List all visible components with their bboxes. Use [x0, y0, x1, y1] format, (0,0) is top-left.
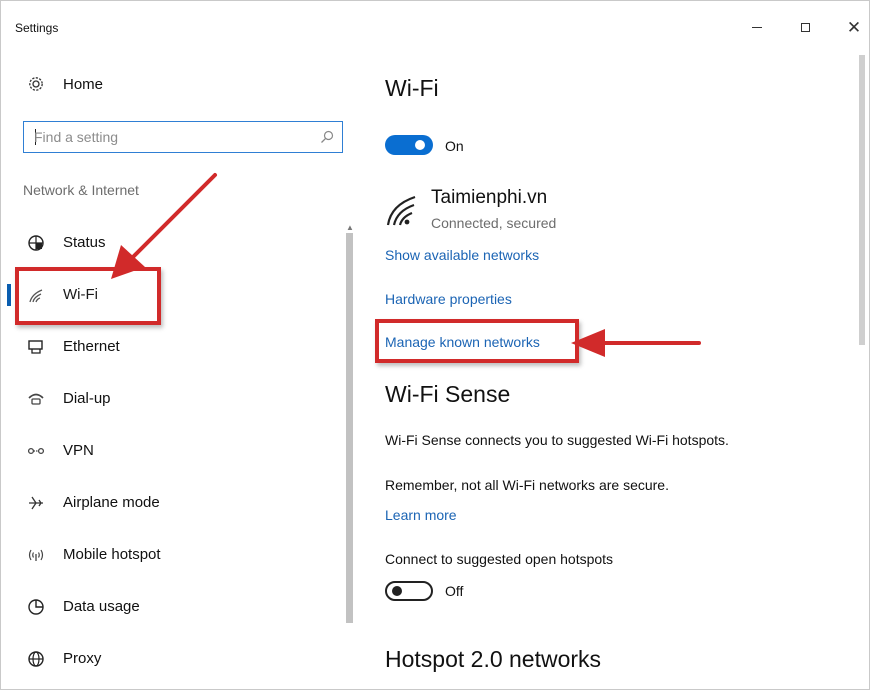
settings-window: Settings ✕ Home Network & Internet Statu…	[0, 0, 870, 690]
data-usage-pie-icon	[28, 599, 44, 615]
wifi-toggle[interactable]	[385, 135, 433, 155]
hotspot-heading: Hotspot 2.0 networks	[385, 646, 602, 672]
title-bar: Settings ✕	[1, 1, 869, 45]
search-box[interactable]	[23, 121, 343, 153]
dialup-phone-icon	[28, 393, 44, 405]
search-input[interactable]	[34, 126, 314, 148]
page-title: Wi-Fi	[385, 75, 439, 101]
show-available-networks-link[interactable]: Show available networks	[385, 247, 539, 263]
maximize-button[interactable]	[790, 15, 820, 39]
sidebar-item-label: Wi-Fi	[63, 286, 98, 303]
hardware-properties-link[interactable]: Hardware properties	[385, 291, 512, 307]
selection-indicator	[7, 284, 11, 306]
sidebar-item-status[interactable]: Status	[1, 217, 343, 269]
open-hotspots-toggle[interactable]	[385, 581, 433, 601]
wifi-sense-warning: Remember, not all Wi-Fi networks are sec…	[385, 477, 669, 493]
ethernet-icon	[28, 340, 43, 354]
sidebar-item-ethernet[interactable]: Ethernet	[1, 321, 343, 373]
sidebar-item-label: Dial-up	[63, 390, 111, 407]
connect-hotspots-label: Connect to suggested open hotspots	[385, 551, 614, 567]
wifi-sense-description: Wi-Fi Sense connects you to suggested Wi…	[385, 432, 729, 448]
sidebar-item-airplane-mode[interactable]: Airplane mode	[1, 477, 343, 529]
content-scrollbar[interactable]	[859, 55, 867, 355]
sidebar-item-wifi[interactable]: Wi-Fi	[1, 269, 343, 321]
sidebar-item-proxy[interactable]: Proxy	[1, 633, 343, 685]
sidebar-item-label: Status	[63, 234, 106, 251]
toggle-knob	[415, 140, 425, 150]
learn-more-link[interactable]: Learn more	[385, 507, 457, 523]
sidebar-item-vpn[interactable]: VPN	[1, 425, 343, 477]
arrow-to-manage-known	[571, 329, 701, 357]
toggle-knob	[392, 586, 402, 596]
sidebar-scroll-thumb[interactable]	[346, 233, 353, 623]
wifi-signal-icon	[386, 195, 416, 226]
sidebar-item-label: Airplane mode	[63, 494, 160, 511]
proxy-globe-icon	[28, 651, 44, 667]
close-icon: ✕	[846, 17, 862, 37]
sidebar-item-data-usage[interactable]: Data usage	[1, 581, 343, 633]
section-header: Network & Internet	[23, 182, 139, 198]
wifi-icon	[29, 289, 43, 303]
sidebar-item-dialup[interactable]: Dial-up	[1, 373, 343, 425]
wifi-toggle-label: On	[445, 138, 464, 154]
scroll-up-icon[interactable]: ▲	[346, 223, 354, 232]
minimize-button[interactable]	[742, 15, 772, 39]
sidebar-item-label: Proxy	[63, 650, 102, 667]
gear-icon	[29, 77, 43, 91]
maximize-icon	[800, 22, 810, 32]
close-button[interactable]: ✕	[839, 15, 869, 39]
network-status: Connected, secured	[431, 215, 557, 231]
sidebar-item-label: Data usage	[63, 598, 140, 615]
sidebar-item-mobile-hotspot[interactable]: Mobile hotspot	[1, 529, 343, 581]
minimize-icon	[752, 26, 762, 28]
sidebar-scrollbar[interactable]: ▲	[343, 223, 355, 689]
nav-home-label: Home	[63, 75, 104, 93]
nav-home[interactable]: Home	[27, 75, 103, 93]
globe-status-icon	[28, 235, 44, 251]
vpn-icon	[27, 447, 45, 455]
network-name: Taimienphi.vn	[431, 187, 548, 208]
content-scroll-thumb[interactable]	[859, 55, 865, 345]
search-icon[interactable]	[320, 130, 334, 144]
sidebar-item-label: Mobile hotspot	[63, 546, 161, 563]
airplane-icon	[29, 496, 43, 510]
sidebar-item-label: VPN	[63, 442, 94, 459]
manage-known-networks-link[interactable]: Manage known networks	[385, 334, 540, 350]
mobile-hotspot-icon	[28, 549, 44, 561]
window-title: Settings	[15, 21, 59, 35]
connected-network[interactable]: Taimienphi.vn Connected, secured	[385, 187, 685, 237]
wifi-sense-heading: Wi-Fi Sense	[385, 381, 511, 407]
sidebar-item-label: Ethernet	[63, 338, 120, 355]
open-hotspots-toggle-label: Off	[445, 583, 464, 599]
